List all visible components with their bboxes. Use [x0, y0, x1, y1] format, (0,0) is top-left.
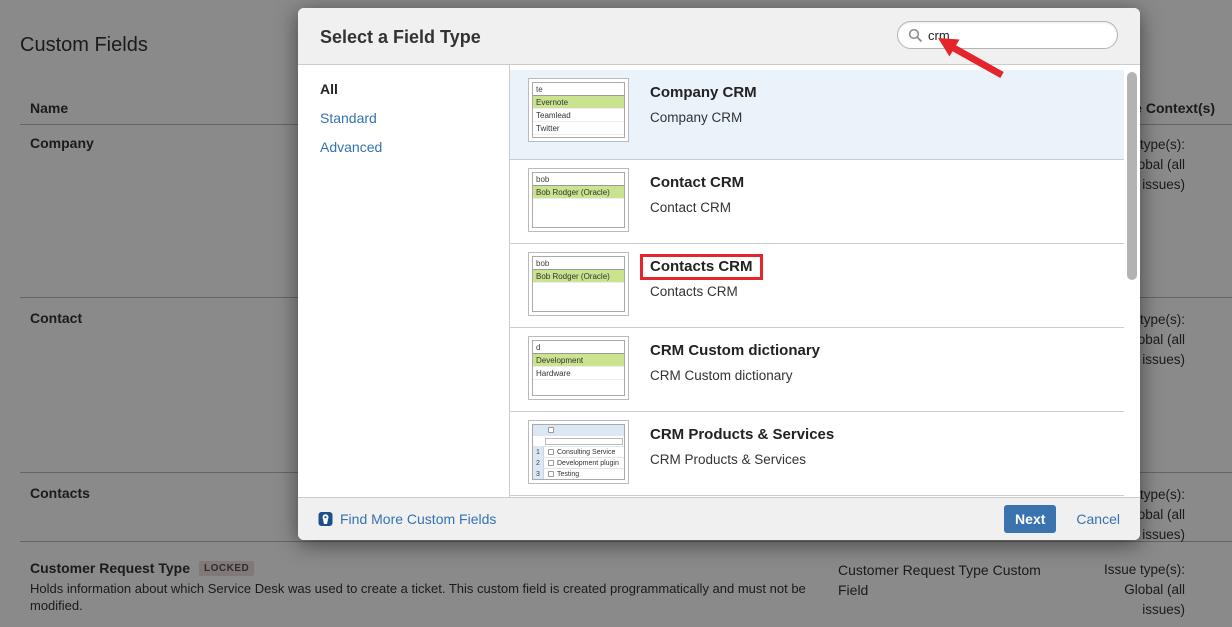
find-more-label: Find More Custom Fields [340, 511, 496, 527]
sidebar-item-advanced[interactable]: Advanced [320, 139, 509, 168]
marketplace-icon [318, 511, 333, 527]
thumb-option: Teamlead [533, 109, 624, 122]
field-type-item[interactable]: bobBob Rodger (Oracle) Contacts CRM Contac… [510, 244, 1124, 328]
field-type-category-nav: AllStandardAdvanced [298, 65, 510, 497]
thumb-table-row: 1Consulting Service [533, 447, 624, 458]
thumb-search-input: te [533, 83, 624, 96]
find-more-custom-fields-link[interactable]: Find More Custom Fields [318, 511, 496, 527]
field-type-thumbnail: bobBob Rodger (Oracle) [528, 168, 629, 232]
field-type-thumbnail: bobBob Rodger (Oracle) [528, 252, 629, 316]
thumb-search-input: bob [533, 173, 624, 186]
checkbox-icon [548, 449, 554, 455]
dialog-body: AllStandardAdvanced teEvernoteTeamleadTw… [298, 65, 1140, 497]
search-icon [908, 28, 922, 42]
field-type-item[interactable]: dDevelopmentHardware CRM Custom dictionar… [510, 328, 1124, 412]
thumb-table-row: 3Testing [533, 469, 624, 480]
sidebar-item-standard[interactable]: Standard [320, 110, 509, 139]
field-type-description: Contact CRM [650, 200, 744, 215]
dialog-header: Select a Field Type crm [298, 8, 1140, 65]
thumb-option: Development [533, 354, 624, 367]
sidebar-item-all[interactable]: All [320, 81, 509, 110]
field-type-description: Contacts CRM [650, 284, 763, 299]
checkbox-icon [548, 471, 554, 477]
field-type-thumbnail: 1Consulting Service2Development plugin3T… [528, 420, 629, 484]
scrollbar-thumb[interactable] [1127, 72, 1137, 280]
thumb-option: Hardware [533, 367, 624, 380]
list-scrollbar[interactable] [1127, 69, 1137, 497]
thumb-search-input: bob [533, 257, 624, 270]
dialog-title: Select a Field Type [320, 27, 481, 48]
cancel-link[interactable]: Cancel [1076, 511, 1120, 527]
field-type-description: Company CRM [650, 110, 757, 125]
thumb-option: Bob Rodger (Oracle) [533, 270, 624, 283]
field-type-item[interactable]: teEvernoteTeamleadTwitter Company CRM Comp… [510, 70, 1124, 160]
field-type-item[interactable]: bobBob Rodger (Oracle) Contact CRM Contact… [510, 160, 1124, 244]
thumb-option: Twitter [533, 122, 624, 135]
search-input-value: crm [928, 28, 950, 43]
field-type-item[interactable]: 1Consulting Service2Development plugin3T… [510, 412, 1124, 496]
field-type-title: CRM Products & Services [650, 426, 834, 444]
thumb-option: Bob Rodger (Oracle) [533, 186, 624, 199]
field-type-description: CRM Products & Services [650, 452, 834, 467]
dialog-footer: Find More Custom Fields Next Cancel [298, 497, 1140, 540]
field-type-title: Contacts CRM [640, 254, 763, 280]
field-type-thumbnail: dDevelopmentHardware [528, 336, 629, 400]
field-type-title: Contact CRM [650, 174, 744, 192]
field-type-title: CRM Custom dictionary [650, 342, 820, 360]
field-type-description: CRM Custom dictionary [650, 368, 820, 383]
field-type-list: teEvernoteTeamleadTwitter Company CRM Comp… [510, 65, 1124, 497]
thumb-table-row: 2Development plugin [533, 458, 624, 469]
select-field-type-dialog: Select a Field Type crm AllStandardAdvan… [298, 8, 1140, 540]
checkbox-icon [548, 427, 554, 433]
thumb-search-input: d [533, 341, 624, 354]
field-type-thumbnail: teEvernoteTeamleadTwitter [528, 78, 629, 142]
checkbox-icon [548, 460, 554, 466]
search-input[interactable]: crm [897, 21, 1118, 49]
next-button[interactable]: Next [1004, 505, 1056, 533]
field-type-title: Company CRM [650, 84, 757, 102]
thumb-option: Evernote [533, 96, 624, 109]
